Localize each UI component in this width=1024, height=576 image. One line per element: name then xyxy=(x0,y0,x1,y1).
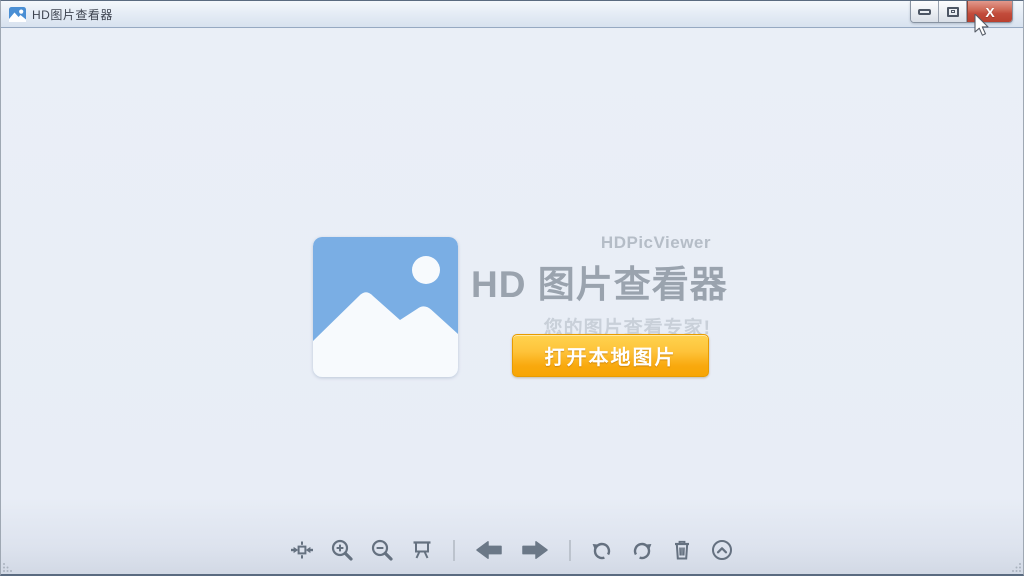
fit-to-window-icon[interactable] xyxy=(290,538,314,562)
app-logo-icon xyxy=(9,7,26,22)
brand-block: HDPicViewer HD 图片查看器 您的图片查看专家! 打开本地图片 xyxy=(313,233,711,379)
minimize-icon xyxy=(918,9,931,15)
close-icon: X xyxy=(985,5,994,18)
previous-image-icon[interactable] xyxy=(474,538,504,562)
rotate-left-icon[interactable] xyxy=(590,538,614,562)
title-bar[interactable]: HD图片查看器 xyxy=(1,1,1023,28)
delete-icon[interactable] xyxy=(670,538,694,562)
viewer-canvas: HDPicViewer HD 图片查看器 您的图片查看专家! 打开本地图片 xyxy=(1,29,1023,574)
minimize-button[interactable] xyxy=(911,1,939,22)
image-placeholder-logo xyxy=(313,237,458,377)
collapse-toolbar-icon[interactable] xyxy=(710,538,734,562)
rotate-right-icon[interactable] xyxy=(630,538,654,562)
window-controls: X xyxy=(910,1,1013,23)
close-button[interactable]: X xyxy=(967,1,1012,22)
open-local-image-button[interactable]: 打开本地图片 xyxy=(512,334,709,377)
toolbar-separator xyxy=(569,540,571,561)
bottom-toolbar xyxy=(1,537,1023,563)
resize-grip[interactable] xyxy=(2,562,13,573)
zoom-out-icon[interactable] xyxy=(370,538,394,562)
maximize-button[interactable] xyxy=(939,1,967,22)
brand-text: HDPicViewer HD 图片查看器 您的图片查看专家! xyxy=(471,233,711,340)
app-name-english: HDPicViewer xyxy=(471,233,711,253)
maximize-icon xyxy=(947,7,959,17)
app-name-chinese: HD 图片查看器 xyxy=(471,254,711,308)
resize-grip[interactable] xyxy=(1011,562,1022,573)
zoom-in-icon[interactable] xyxy=(330,538,354,562)
app-window: HD图片查看器 X HDPicViewer HD 图片查看器 您的图片查看专家! xyxy=(0,0,1024,576)
window-title: HD图片查看器 xyxy=(32,6,113,23)
slideshow-icon[interactable] xyxy=(410,538,434,562)
toolbar-separator xyxy=(453,540,455,561)
next-image-icon[interactable] xyxy=(520,538,550,562)
